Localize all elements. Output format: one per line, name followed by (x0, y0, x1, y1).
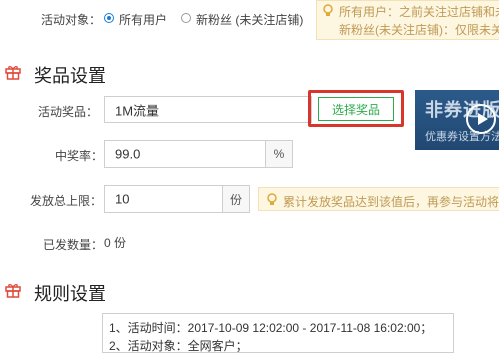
prize-input[interactable]: 1M流量 (104, 96, 312, 123)
rate-value: 99.0 (115, 146, 141, 162)
option-new-fans[interactable]: 新粉丝 (未关注店铺) (196, 11, 303, 28)
bulb-icon (267, 193, 277, 205)
audience-tip: 所有用户：之前关注过店铺和未 新粉丝(未关注店铺)：仅限未关 (316, 0, 499, 40)
limit-label: 发放总上限： (30, 194, 103, 208)
rule-line-1: 1、活动时间：2017-10-09 12:02:00 - 2017-11-08 … (109, 321, 433, 335)
tip-line-2: 新粉丝(未关注店铺)：仅限未关 (339, 23, 499, 37)
issued-value: 0 份 (104, 236, 127, 250)
limit-tip: 累计发放奖品达到该值后，再参与活动将 (258, 187, 499, 211)
gift-icon (5, 66, 21, 80)
rules-section-title: 规则设置 (34, 284, 106, 304)
prize-label: 活动奖品： (38, 105, 99, 119)
rule-line-2: 2、活动对象：全网客户； (109, 339, 248, 353)
rate-label: 中奖率： (55, 149, 104, 163)
option-all-users[interactable]: 所有用户 (119, 11, 167, 28)
tutorial-banner[interactable]: 非券进版 优惠券设置方法 (415, 90, 499, 150)
radio-all-users[interactable] (104, 13, 114, 23)
percent-addon: % (266, 140, 293, 168)
unit-addon: 份 (223, 185, 250, 213)
rate-input[interactable]: 99.0 (104, 140, 266, 168)
tip-line-1: 所有用户：之前关注过店铺和未 (339, 5, 499, 19)
prize-value: 1M流量 (115, 103, 160, 118)
radio-new-fans[interactable] (181, 13, 191, 23)
gift-icon (5, 284, 21, 298)
audience-label: 活动对象： (41, 13, 102, 27)
bulb-icon (323, 4, 333, 16)
play-icon[interactable] (466, 104, 496, 134)
rules-textarea[interactable]: 1、活动时间：2017-10-09 12:02:00 - 2017-11-08 … (102, 313, 454, 353)
issued-label: 已发数量： (43, 238, 104, 252)
limit-value: 10 (115, 191, 130, 207)
select-prize-button[interactable]: 选择奖品 (318, 97, 394, 121)
limit-tip-text: 累计发放奖品达到该值后，再参与活动将 (283, 195, 499, 209)
limit-input[interactable]: 10 (104, 185, 223, 213)
prize-section-title: 奖品设置 (34, 66, 106, 86)
